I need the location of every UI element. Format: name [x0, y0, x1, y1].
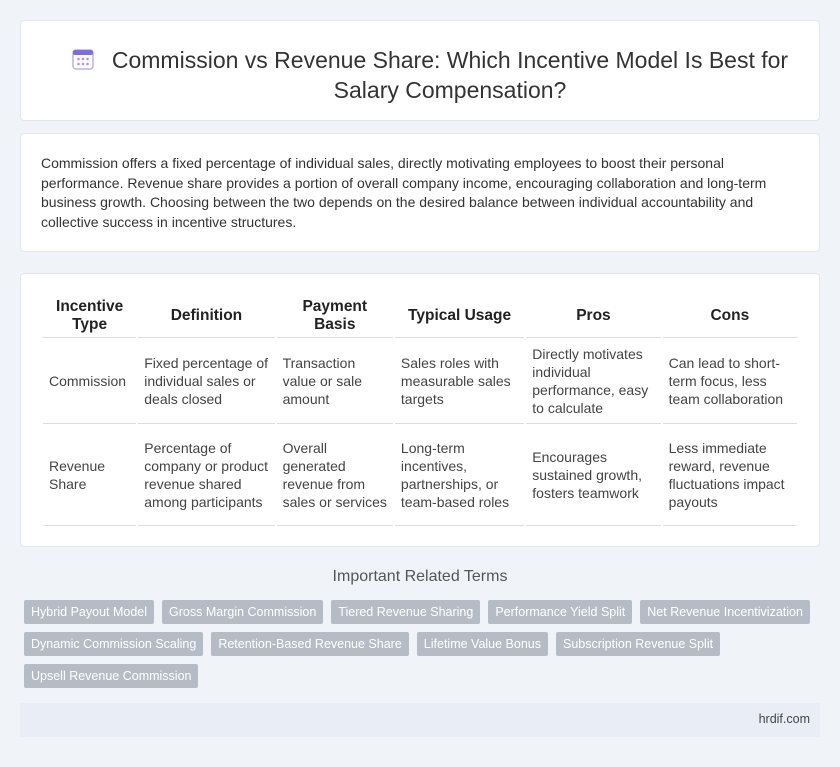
table-cell: Revenue Share	[43, 424, 137, 526]
column-header-cons: Cons	[662, 294, 797, 338]
table-cell: Percentage of company or product revenue…	[138, 424, 275, 526]
related-term-chip[interactable]: Performance Yield Split	[488, 600, 633, 624]
related-term-chip[interactable]: Retention-Based Revenue Share	[211, 632, 409, 656]
related-term-chip[interactable]: Lifetime Value Bonus	[416, 632, 548, 656]
table-cell: Overall generated revenue from sales or …	[276, 424, 393, 526]
intro-card: Commission offers a fixed percentage of …	[20, 133, 820, 252]
table-cell: Can lead to short-term focus, less team …	[662, 338, 797, 424]
comparison-table-card: Incentive Type Definition Payment Basis …	[20, 273, 820, 547]
table-cell: Sales roles with measurable sales target…	[394, 338, 525, 424]
column-header-definition: Definition	[138, 294, 275, 338]
related-term-chip[interactable]: Gross Margin Commission	[162, 600, 324, 624]
table-cell: Transaction value or sale amount	[276, 338, 393, 424]
table-header-row: Incentive Type Definition Payment Basis …	[43, 294, 797, 338]
table-cell: Fixed percentage of individual sales or …	[138, 338, 275, 424]
related-terms-list: Hybrid Payout Model Gross Margin Commiss…	[24, 600, 814, 688]
table-row: Commission Fixed percentage of individua…	[43, 338, 797, 424]
footer-site-link[interactable]: hrdif.com	[759, 712, 810, 726]
title-card: Commission vs Revenue Share: Which Incen…	[20, 20, 820, 121]
related-terms-heading: Important Related Terms	[332, 568, 508, 585]
column-header-typical-usage: Typical Usage	[394, 294, 525, 338]
table-cell: Less immediate reward, revenue fluctuati…	[662, 424, 797, 526]
page-title: Commission vs Revenue Share: Which Incen…	[111, 47, 789, 103]
related-term-chip[interactable]: Hybrid Payout Model	[24, 600, 155, 624]
related-term-chip[interactable]: Tiered Revenue Sharing	[331, 600, 481, 624]
column-header-payment-basis: Payment Basis	[276, 294, 393, 338]
table-row: Revenue Share Percentage of company or p…	[43, 424, 797, 526]
column-header-incentive-type: Incentive Type	[43, 294, 137, 338]
table-cell: Long-term incentives, partnerships, or t…	[394, 424, 525, 526]
related-term-chip[interactable]: Subscription Revenue Split	[556, 632, 721, 656]
footer-bar: hrdif.com	[20, 703, 820, 737]
related-term-chip[interactable]: Dynamic Commission Scaling	[24, 632, 204, 656]
table-cell: Commission	[43, 338, 137, 424]
table-cell: Directly motivates individual performanc…	[526, 338, 661, 424]
intro-paragraph: Commission offers a fixed percentage of …	[41, 155, 767, 230]
column-header-pros: Pros	[526, 294, 661, 338]
table-cell: Encourages sustained growth, fosters tea…	[526, 424, 661, 526]
related-term-chip[interactable]: Upsell Revenue Commission	[24, 664, 199, 688]
related-term-chip[interactable]: Net Revenue Incentivization	[640, 600, 810, 624]
comparison-table: Incentive Type Definition Payment Basis …	[41, 294, 799, 526]
